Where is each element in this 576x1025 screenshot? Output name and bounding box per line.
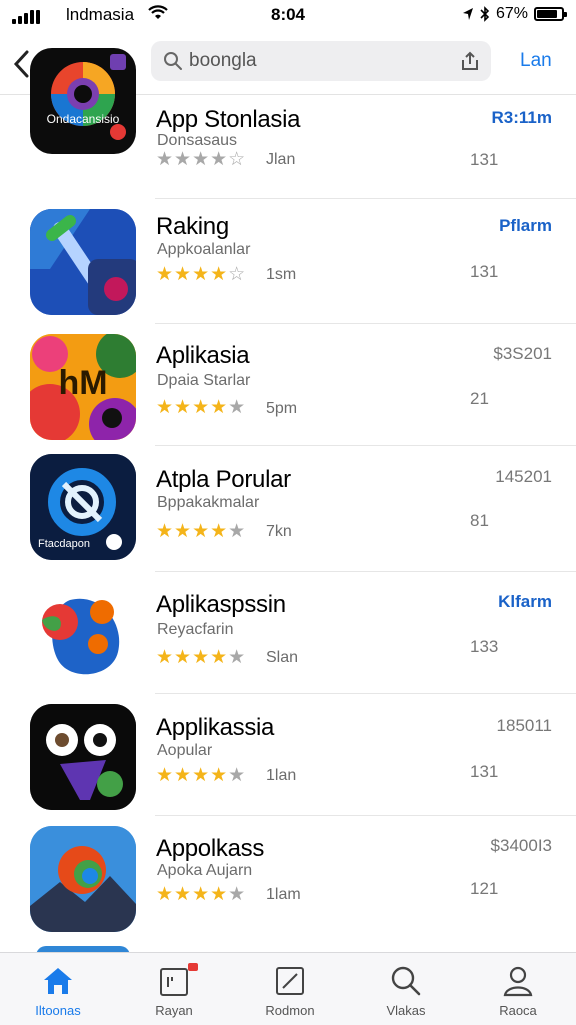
app-icon (30, 209, 136, 315)
price-button[interactable]: Pflarm (499, 216, 552, 236)
list-item[interactable]: Ftacdapon Atpla Porular Bppakakmalar ★★★… (0, 446, 576, 572)
price-button[interactable]: Klfarm (498, 592, 552, 612)
rating-count: 1sm (266, 266, 297, 283)
tab-rayan[interactable]: Rayan (116, 953, 232, 1025)
notification-badge (188, 963, 198, 971)
rating-stars: ★★★★★ (156, 765, 247, 786)
app-icon (30, 826, 136, 932)
app-subtitle: Reyacfarin (157, 621, 234, 638)
app-title: Raking (156, 213, 229, 240)
app-size: 121 (470, 879, 499, 898)
tab-home[interactable]: Iltoonas (0, 953, 116, 1025)
app-size: 131 (470, 150, 499, 169)
app-title: Aplikasia (156, 342, 250, 369)
list-item[interactable]: Aplikaspssin Reyacfarin ★★★★★ Slan Klfar… (0, 572, 576, 694)
app-size: 131 (470, 762, 499, 781)
price-label: 145201 (495, 467, 552, 486)
status-bar: lndmasia 8:04 67% (0, 0, 576, 30)
list-item[interactable]: Ondacansisio App Stonlasia Donsasaus ★★★… (0, 48, 576, 199)
rating-stars: ★★★★★ (156, 884, 247, 905)
app-icon: hM (30, 334, 136, 440)
rating-stars: ★★★★☆ (156, 264, 247, 285)
search-icon (391, 966, 421, 996)
nav-action-button[interactable]: Lan (520, 50, 552, 72)
list-item[interactable]: Appolkass Apoka Aujarn ★★★★★ 1lam $3400I… (0, 816, 576, 940)
search-input[interactable]: boongla (151, 41, 491, 81)
tab-search[interactable]: Vlakas (348, 953, 464, 1025)
list-item[interactable]: Applikassia Aopular ★★★★★ 1lan 185011 13… (0, 694, 576, 816)
search-icon (164, 52, 182, 70)
app-title: Atpla Porular (156, 466, 291, 493)
rating-stars: ★★★★★ (156, 521, 247, 542)
icon-label: Ftacdapon (38, 538, 90, 550)
edit-icon (276, 967, 304, 995)
icon-label: Ondacansisio (46, 112, 120, 126)
rating-stars: ★★★★☆ (156, 149, 247, 170)
calendar-icon (160, 968, 188, 996)
app-icon: Ftacdapon (30, 454, 136, 560)
tab-bar: Iltoonas Rayan Rodmon Vlakas Raoca (0, 952, 576, 1025)
list-item[interactable]: Raking Appkoalanlar ★★★★☆ 1sm Pflarm 131 (0, 199, 576, 324)
person-icon (503, 966, 533, 997)
app-size: 133 (470, 637, 499, 656)
location-icon (462, 8, 473, 20)
bluetooth-icon (480, 6, 490, 22)
tab-label: Iltoonas (35, 1003, 81, 1018)
app-title: Appolkass (156, 835, 265, 862)
tab-profile[interactable]: Raoca (460, 953, 576, 1025)
tab-label: Rodmon (265, 1003, 315, 1018)
app-subtitle: Bppakakmalar (157, 494, 260, 511)
price-label: $3S201 (493, 344, 552, 363)
battery-percent: 67% (495, 5, 528, 22)
app-icon (30, 704, 136, 810)
rating-count: 1lam (266, 886, 301, 903)
rating-stars: ★★★★★ (156, 647, 247, 668)
app-subtitle: Appkoalanlar (157, 241, 251, 258)
tab-rodmon[interactable]: Rodmon (232, 953, 348, 1025)
app-title: Aplikaspssin (156, 591, 286, 618)
home-icon (44, 968, 72, 994)
price-button[interactable]: R3:11m (492, 108, 552, 128)
rating-stars: ★★★★★ (156, 397, 247, 418)
search-text: boongla (189, 50, 257, 71)
tab-label: Vlakas (386, 1003, 426, 1018)
app-subtitle: Apoka Aujarn (157, 862, 253, 879)
app-subtitle: Aopular (157, 742, 213, 759)
app-title: Applikassia (156, 714, 275, 741)
rating-count: Jlan (266, 151, 296, 168)
app-size: 81 (470, 511, 489, 530)
list-item[interactable]: hM Aplikasia Dpaia Starlar ★★★★★ 5pm $3S… (0, 324, 576, 446)
rating-count: 5pm (266, 400, 298, 417)
tab-label: Rayan (155, 1003, 193, 1018)
app-subtitle: Dpaia Starlar (157, 372, 251, 389)
share-icon[interactable] (459, 50, 481, 72)
rating-count: 1lan (266, 767, 297, 784)
icon-label: hM (58, 364, 108, 402)
battery-icon (534, 7, 567, 21)
app-size: 131 (470, 262, 499, 281)
app-title: App Stonlasia (156, 106, 301, 133)
status-right: 67% (462, 5, 567, 23)
app-icon: Ondacansisio (30, 48, 136, 154)
app-size: 21 (470, 389, 489, 408)
app-icon (30, 582, 136, 688)
price-label: 185011 (496, 716, 552, 735)
rating-count: Slan (266, 649, 299, 666)
price-label: $3400I3 (490, 836, 552, 855)
tab-label: Raoca (499, 1003, 537, 1018)
rating-count: 7kn (266, 523, 292, 540)
